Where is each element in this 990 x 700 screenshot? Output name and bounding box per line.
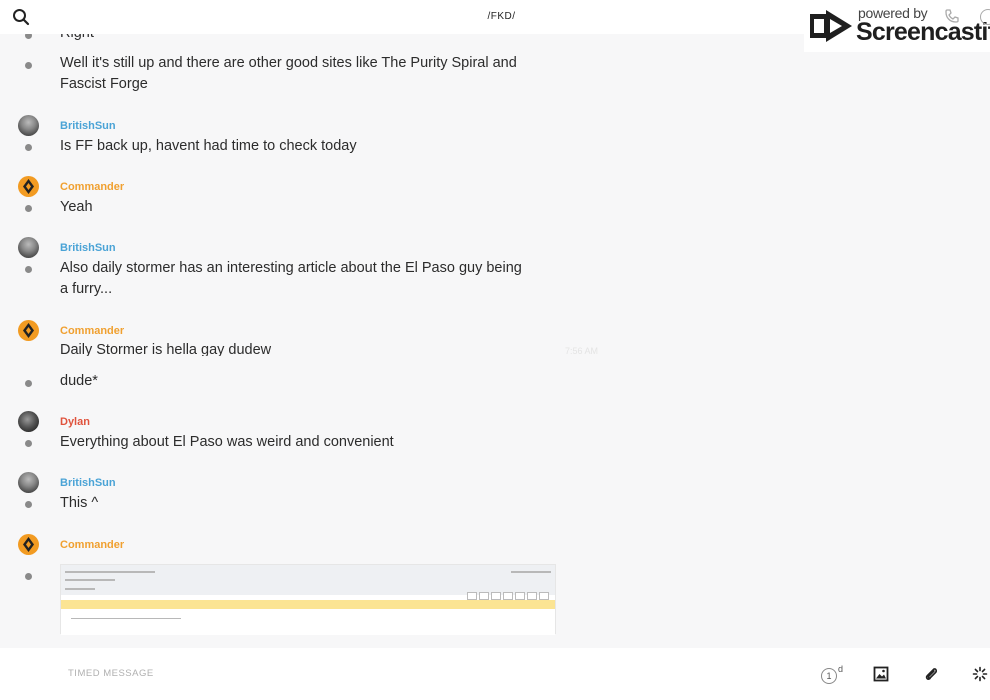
message-author[interactable]: Commander bbox=[60, 325, 124, 337]
message-bullet bbox=[25, 573, 32, 580]
timed-message-input[interactable]: TIMED MESSAGE bbox=[68, 668, 154, 679]
timer-value: 1 bbox=[821, 668, 837, 684]
attachment-line bbox=[71, 618, 181, 619]
message-bullet bbox=[25, 380, 32, 387]
attachment-line bbox=[65, 588, 95, 590]
message-list: Right Well it's still up and there are o… bbox=[0, 34, 990, 648]
message-author[interactable]: BritishSun bbox=[60, 120, 116, 132]
message-text: Well it's still up and there are other g… bbox=[60, 55, 517, 92]
loading-icon[interactable] bbox=[972, 666, 990, 684]
avatar[interactable] bbox=[18, 534, 39, 555]
message-text: dude* bbox=[60, 373, 98, 389]
attachment-line bbox=[65, 579, 115, 581]
message-bullet bbox=[25, 266, 32, 273]
message-bullet bbox=[25, 62, 32, 69]
message-group: BritishSun This ^ bbox=[0, 471, 620, 517]
watermark-brand: Screencastify bbox=[856, 18, 990, 46]
message-text: Is FF back up, havent had time to check … bbox=[60, 138, 357, 154]
message-text: Daily Stormer is hella gay dudew bbox=[60, 342, 272, 356]
avatar[interactable] bbox=[18, 237, 39, 258]
message-text: Yeah bbox=[60, 199, 93, 215]
message-item: Right bbox=[0, 34, 620, 46]
message-group: Commander Daily Stormer is hella gay dud… bbox=[0, 319, 620, 389]
avatar[interactable] bbox=[18, 115, 39, 136]
paperclip-icon[interactable] bbox=[923, 666, 941, 684]
message-text: Also daily stormer has an interesting ar… bbox=[60, 260, 522, 297]
avatar[interactable] bbox=[18, 411, 39, 432]
avatar[interactable] bbox=[18, 320, 39, 341]
phone-icon[interactable] bbox=[944, 8, 960, 24]
attachment-line bbox=[65, 571, 155, 573]
composer-bar: TIMED MESSAGE 1 d bbox=[0, 648, 990, 700]
message-bullet bbox=[25, 205, 32, 212]
attachment-tool bbox=[539, 592, 549, 600]
message-author[interactable]: Dylan bbox=[60, 416, 90, 428]
avatar[interactable] bbox=[18, 472, 39, 493]
message-author[interactable]: Commander bbox=[60, 539, 124, 551]
message-group: Dylan Everything about El Paso was weird… bbox=[0, 410, 620, 456]
attachment-warning-strip bbox=[61, 600, 555, 609]
attachment-toolbar bbox=[465, 587, 549, 600]
attachment-tool bbox=[527, 592, 537, 600]
message-author[interactable]: Commander bbox=[60, 181, 124, 193]
attachment-line bbox=[511, 571, 551, 573]
message-text: Right bbox=[60, 34, 530, 44]
timer-button[interactable]: 1 d bbox=[821, 664, 845, 686]
message-group: BritishSun Also daily stormer has an int… bbox=[0, 236, 620, 306]
image-icon[interactable] bbox=[873, 666, 891, 684]
avatar[interactable] bbox=[18, 176, 39, 197]
image-attachment[interactable] bbox=[60, 564, 556, 635]
screencastify-watermark: powered by Screencastify bbox=[804, 0, 990, 52]
message-text: This ^ bbox=[60, 495, 99, 511]
message-item: Well it's still up and there are other g… bbox=[0, 52, 620, 100]
attachment-tool bbox=[515, 592, 525, 600]
attachment-tool bbox=[467, 592, 477, 600]
message-group: Commander Yeah bbox=[0, 175, 620, 221]
attachment-tool bbox=[479, 592, 489, 600]
message-bullet bbox=[25, 144, 32, 151]
message-author[interactable]: BritishSun bbox=[60, 477, 116, 489]
info-icon[interactable] bbox=[980, 9, 990, 25]
message-bullet bbox=[25, 34, 32, 39]
attachment-body bbox=[61, 615, 555, 635]
attachment-tool bbox=[503, 592, 513, 600]
screencastify-logo-icon bbox=[810, 10, 852, 42]
attachment-tool bbox=[491, 592, 501, 600]
timer-unit: d bbox=[838, 664, 844, 674]
message-group: BritishSun Is FF back up, havent had tim… bbox=[0, 114, 620, 160]
attachment-header bbox=[61, 565, 555, 600]
message-author[interactable]: BritishSun bbox=[60, 242, 116, 254]
message-bullet bbox=[25, 501, 32, 508]
message-text: Everything about El Paso was weird and c… bbox=[60, 434, 394, 450]
message-timestamp: 7:56 AM bbox=[565, 346, 599, 356]
message-bullet bbox=[25, 440, 32, 447]
